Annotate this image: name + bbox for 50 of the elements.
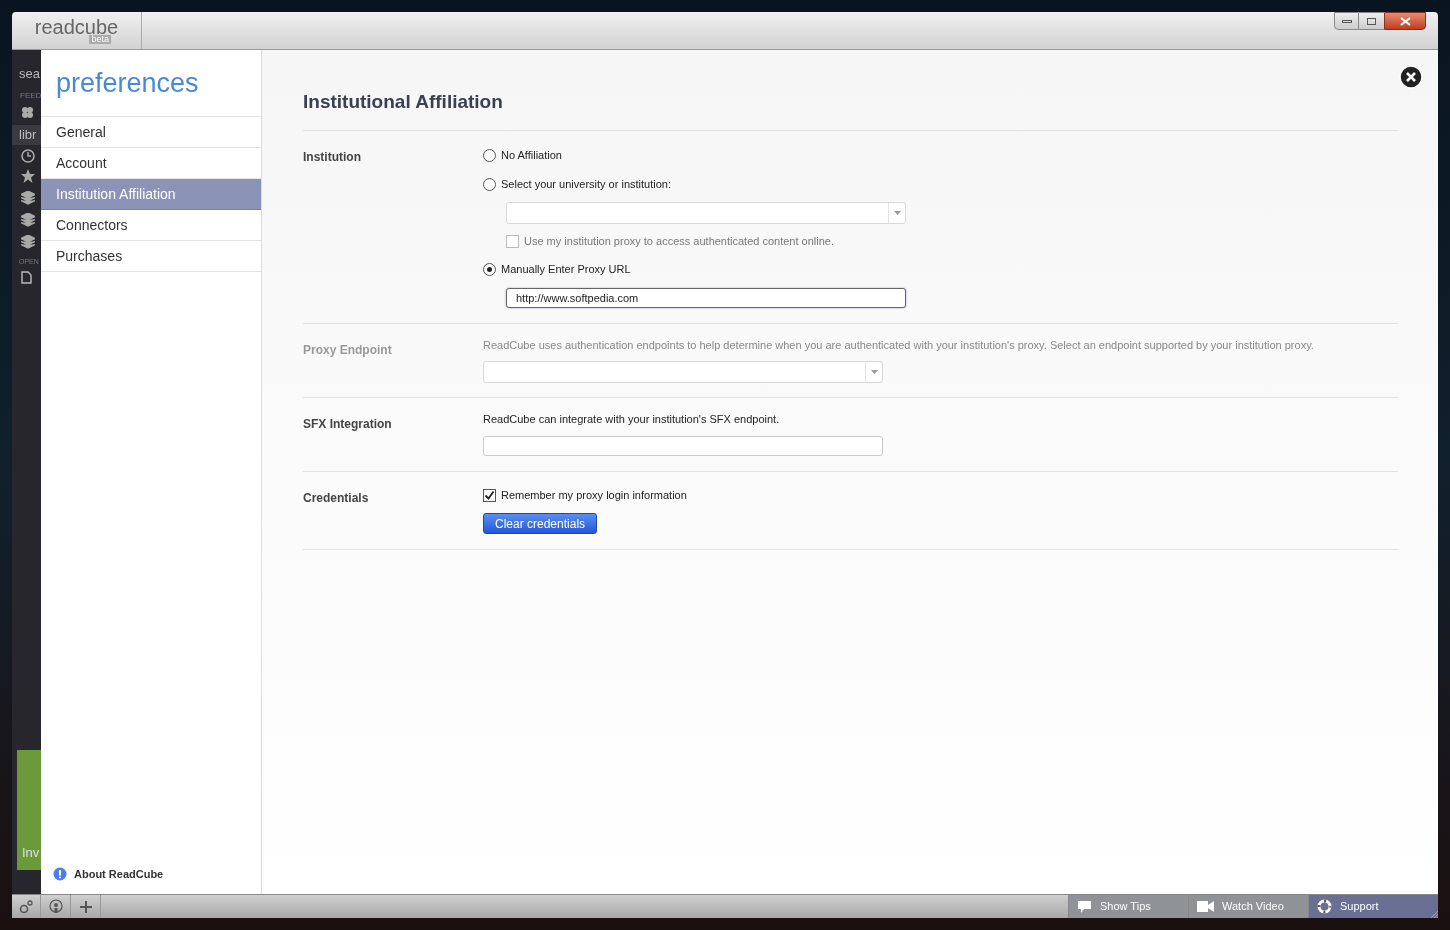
info-icon: [53, 866, 67, 881]
radio-label: Manually Enter Proxy URL: [501, 261, 631, 277]
about-link[interactable]: About ReadCube: [74, 865, 164, 882]
layers-icon: [21, 234, 35, 249]
clear-credentials-button[interactable]: Clear credentials: [483, 513, 598, 534]
section-label: Institution: [303, 149, 361, 164]
description-text: ReadCube can integrate with your institution's SFX endpoint.: [483, 412, 780, 428]
checkbox-label: Remember my proxy login information: [501, 487, 687, 503]
section-label: Proxy Endpoint: [303, 342, 392, 357]
section-label: SFX Integration: [303, 416, 392, 431]
sidebar-text: libr: [12, 124, 41, 145]
layers-icon: [21, 212, 35, 227]
sidebar-heading: FEED: [20, 89, 41, 102]
beta-label: beta: [89, 35, 111, 44]
video-camera-icon: [1197, 901, 1214, 912]
close-button[interactable]: [1384, 12, 1426, 30]
radio-button[interactable]: [483, 148, 496, 162]
radio-label: No Affiliation: [501, 147, 562, 163]
section-label: Credentials: [303, 490, 369, 505]
page-title: Institutional Affiliation: [303, 88, 1398, 131]
minimize-button[interactable]: [1334, 12, 1359, 30]
url-field[interactable]: http://www.softpedia.com: [506, 288, 906, 308]
banner-text: Inv: [22, 843, 41, 862]
sidebar-text: sea: [19, 65, 41, 83]
podcast-icon: [48, 899, 63, 914]
plus-icon: [79, 900, 92, 913]
star-icon: [21, 168, 35, 183]
clock-icon: [21, 148, 35, 163]
resize-grip-icon[interactable]: [1430, 910, 1438, 918]
preferences-title: preferences: [56, 66, 199, 100]
layers-icon: [21, 190, 35, 205]
speech-bubble-icon: [1077, 899, 1092, 914]
clover-icon: [21, 105, 34, 119]
radio-button[interactable]: [483, 177, 496, 191]
close-icon[interactable]: [1399, 65, 1423, 89]
caret-icon: [893, 211, 901, 215]
checkbox[interactable]: [483, 488, 496, 502]
gears-icon: [19, 899, 33, 914]
caret-icon: [870, 370, 878, 374]
description-text: ReadCube uses authentication endpoints to help determine when you are authenticated with your institution's proxy. Select an endpoint supported by your institution proxy.: [483, 338, 1314, 354]
maximize-button[interactable]: [1359, 12, 1384, 30]
status-bar-button[interactable]: Support: [1308, 895, 1428, 918]
close-icon: [1399, 16, 1411, 26]
radio-button[interactable]: [483, 262, 496, 276]
lifebuoy-icon: [1317, 899, 1332, 914]
url-field[interactable]: [483, 436, 883, 456]
checkbox-label: Use my institution proxy to access authenticated content online.: [524, 233, 834, 249]
document-icon: [21, 271, 32, 284]
app-logo: readcube: [34, 17, 119, 37]
radio-label: Select your university or institution:: [501, 176, 671, 192]
